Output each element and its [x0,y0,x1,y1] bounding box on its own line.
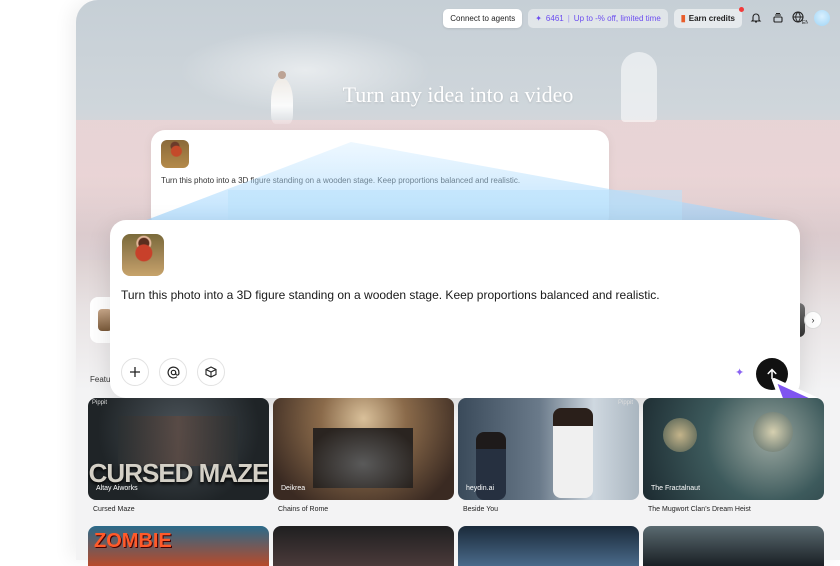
promo-text: Up to -% off, limited time [573,13,661,23]
gallery-card[interactable] [458,526,639,566]
card-creator: heydin.ai [466,485,495,492]
earn-credits-button[interactable]: ▮ Earn credits [673,6,744,28]
gallery-card[interactable]: The Fractalnaut [643,398,824,500]
bell-icon[interactable] [748,10,764,26]
card-creator: Altay Aiworks [96,485,138,492]
card-title: Chains of Rome [278,506,329,513]
card-title: Cursed Maze [93,506,135,513]
gallery-card[interactable]: Pippit heydin.ai [458,398,639,500]
card-creator: Deikrea [281,485,306,492]
gallery-card[interactable]: ZOMBIE [88,526,269,566]
original-prompt-text: Turn this photo into a 3D figure standin… [161,176,521,185]
card-tag: Pippit [92,400,108,406]
hero-title: Turn any idea into a video [342,82,574,107]
globe-icon[interactable]: EN [792,10,808,26]
notification-dot [739,6,744,12]
stack-icon[interactable] [770,10,786,26]
gallery-card[interactable]: Deikrea [273,398,454,500]
card-title: Beside You [463,506,499,513]
original-prompt-card: Turn this photo into a 3D figure standin… [151,130,609,230]
gift-icon: ▮ [680,12,686,23]
reference-image[interactable] [122,234,164,276]
gallery-card[interactable]: Pippit CURSED MAZE Altay Aiworks [88,398,269,500]
reference-thumbnail[interactable] [161,140,189,168]
sparkle-icon[interactable]: ✦ [735,366,744,379]
chevron-right-icon[interactable]: › [804,311,822,329]
credits-count: 6461 [545,13,564,23]
promo-divider: | [567,13,570,23]
connect-agents-button[interactable]: Connect to agents [443,8,523,28]
avatar[interactable] [814,10,830,26]
top-bar: Connect to agents ✦ 6461 | Up to -% off,… [443,6,830,28]
gallery-card[interactable] [273,526,454,566]
credits-promo[interactable]: ✦ 6461 | Up to -% off, limited time [528,8,668,28]
gallery-card[interactable] [643,526,824,566]
plus-icon[interactable] [121,358,149,386]
featured-label: Featu [90,375,111,384]
prompt-card: Turn this photo into a 3D figure standin… [110,220,800,398]
card-creator: The Fractalnaut [651,485,701,492]
at-icon[interactable] [159,358,187,386]
prompt-input[interactable]: Turn this photo into a 3D figure standin… [121,288,660,302]
cube-icon[interactable] [197,358,225,386]
card-overlay-title: ZOMBIE [94,530,172,552]
earn-credits-label: Earn credits [688,13,735,23]
svg-text:EN: EN [802,20,808,25]
sparkle-icon: ✦ [535,13,542,23]
card-title: The Mugwort Clan's Dream Heist [648,506,751,513]
card-tag: Pippit [617,400,633,406]
